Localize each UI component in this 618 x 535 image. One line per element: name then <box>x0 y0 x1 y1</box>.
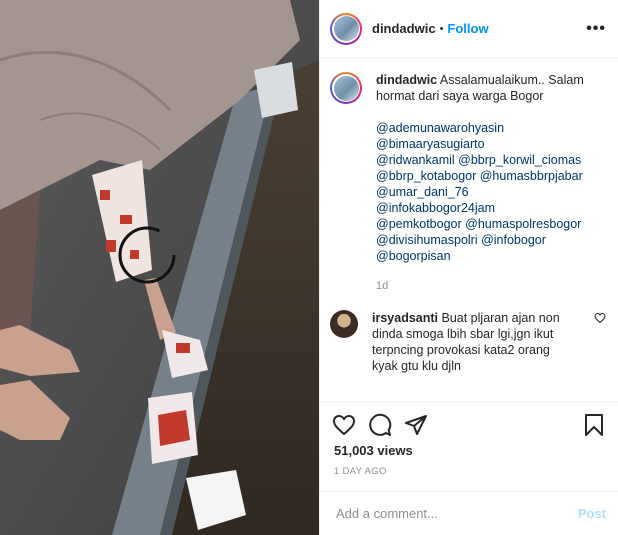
caption-username[interactable]: dindadwic <box>376 73 437 87</box>
post-header: dindadwic • Follow ••• <box>320 0 618 58</box>
comment-text: Buat pljaran ajan non <box>441 311 560 325</box>
caption-line: dindadwic Assalamualaikum.. Salam <box>376 72 606 88</box>
caption-timestamp[interactable]: 1d <box>376 278 606 294</box>
action-bar <box>320 401 618 437</box>
caption-avatar[interactable] <box>330 72 362 104</box>
caption-text: Assalamualaikum.. Salam <box>439 73 584 87</box>
mention-link[interactable]: @divisihumaspolri @infobogor <box>376 232 606 248</box>
mention-link[interactable]: @ridwankamil @bbrp_korwil_ciomas <box>376 152 606 168</box>
author-avatar[interactable] <box>330 12 362 45</box>
mentions-list: @ademunawarohyasin @bimaaryasugiarto @ri… <box>376 120 606 264</box>
comment-icon[interactable] <box>368 413 392 437</box>
view-count[interactable]: 51,003 views <box>334 443 413 458</box>
comment-text: kyak gtu klu djln <box>372 359 461 373</box>
post-comment-button[interactable]: Post <box>578 506 606 521</box>
post-timestamp[interactable]: 1 DAY AGO <box>334 466 387 477</box>
comment-composer: Post <box>320 491 618 535</box>
mention-link[interactable]: @umar_dani_76 <box>376 184 606 200</box>
video-player[interactable] <box>0 0 319 535</box>
heart-icon[interactable] <box>332 413 356 437</box>
mention-link[interactable]: @bbrp_kotabogor @humasbbrpjabar <box>376 168 606 184</box>
follow-button[interactable]: Follow <box>447 21 488 36</box>
mention-link[interactable]: @bimaaryasugiarto <box>376 136 606 152</box>
post-panel: dindadwic • Follow ••• dindadwic Assalam… <box>319 0 618 535</box>
more-options-button[interactable]: ••• <box>586 20 606 38</box>
commenter-avatar[interactable] <box>330 310 358 338</box>
mention-link[interactable]: @infokabbogor24jam <box>376 200 606 216</box>
comment-body: irsyadsanti Buat pljaran ajan non dinda … <box>372 310 588 374</box>
comment-heart-icon[interactable] <box>594 312 606 324</box>
caption-text: hormat dari saya warga Bogor <box>376 89 544 103</box>
mention-link[interactable]: @bogorpisan <box>376 248 606 264</box>
share-icon[interactable] <box>404 413 428 437</box>
video-frame <box>0 0 319 535</box>
commenter-username[interactable]: irsyadsanti <box>372 311 438 325</box>
separator-dot: • <box>439 22 444 35</box>
comment-input[interactable] <box>334 505 578 522</box>
caption-body: dindadwic Assalamualaikum.. Salam hormat… <box>376 72 606 294</box>
caption: dindadwic Assalamualaikum.. Salam hormat… <box>330 72 606 294</box>
bookmark-icon[interactable] <box>582 413 606 437</box>
mention-link[interactable]: @ademunawarohyasin <box>376 120 606 136</box>
comment-text: dinda smoga lbih sbar lgi,jgn ikut <box>372 327 554 341</box>
comments-section[interactable]: dindadwic Assalamualaikum.. Salam hormat… <box>320 58 618 401</box>
comment-text: terpncing provokasi kata2 orang <box>372 343 550 357</box>
mention-link[interactable]: @pemkotbogor @humaspolresbogor <box>376 216 606 232</box>
author-username[interactable]: dindadwic <box>372 21 436 36</box>
comment-item: irsyadsanti Buat pljaran ajan non dinda … <box>330 310 606 374</box>
